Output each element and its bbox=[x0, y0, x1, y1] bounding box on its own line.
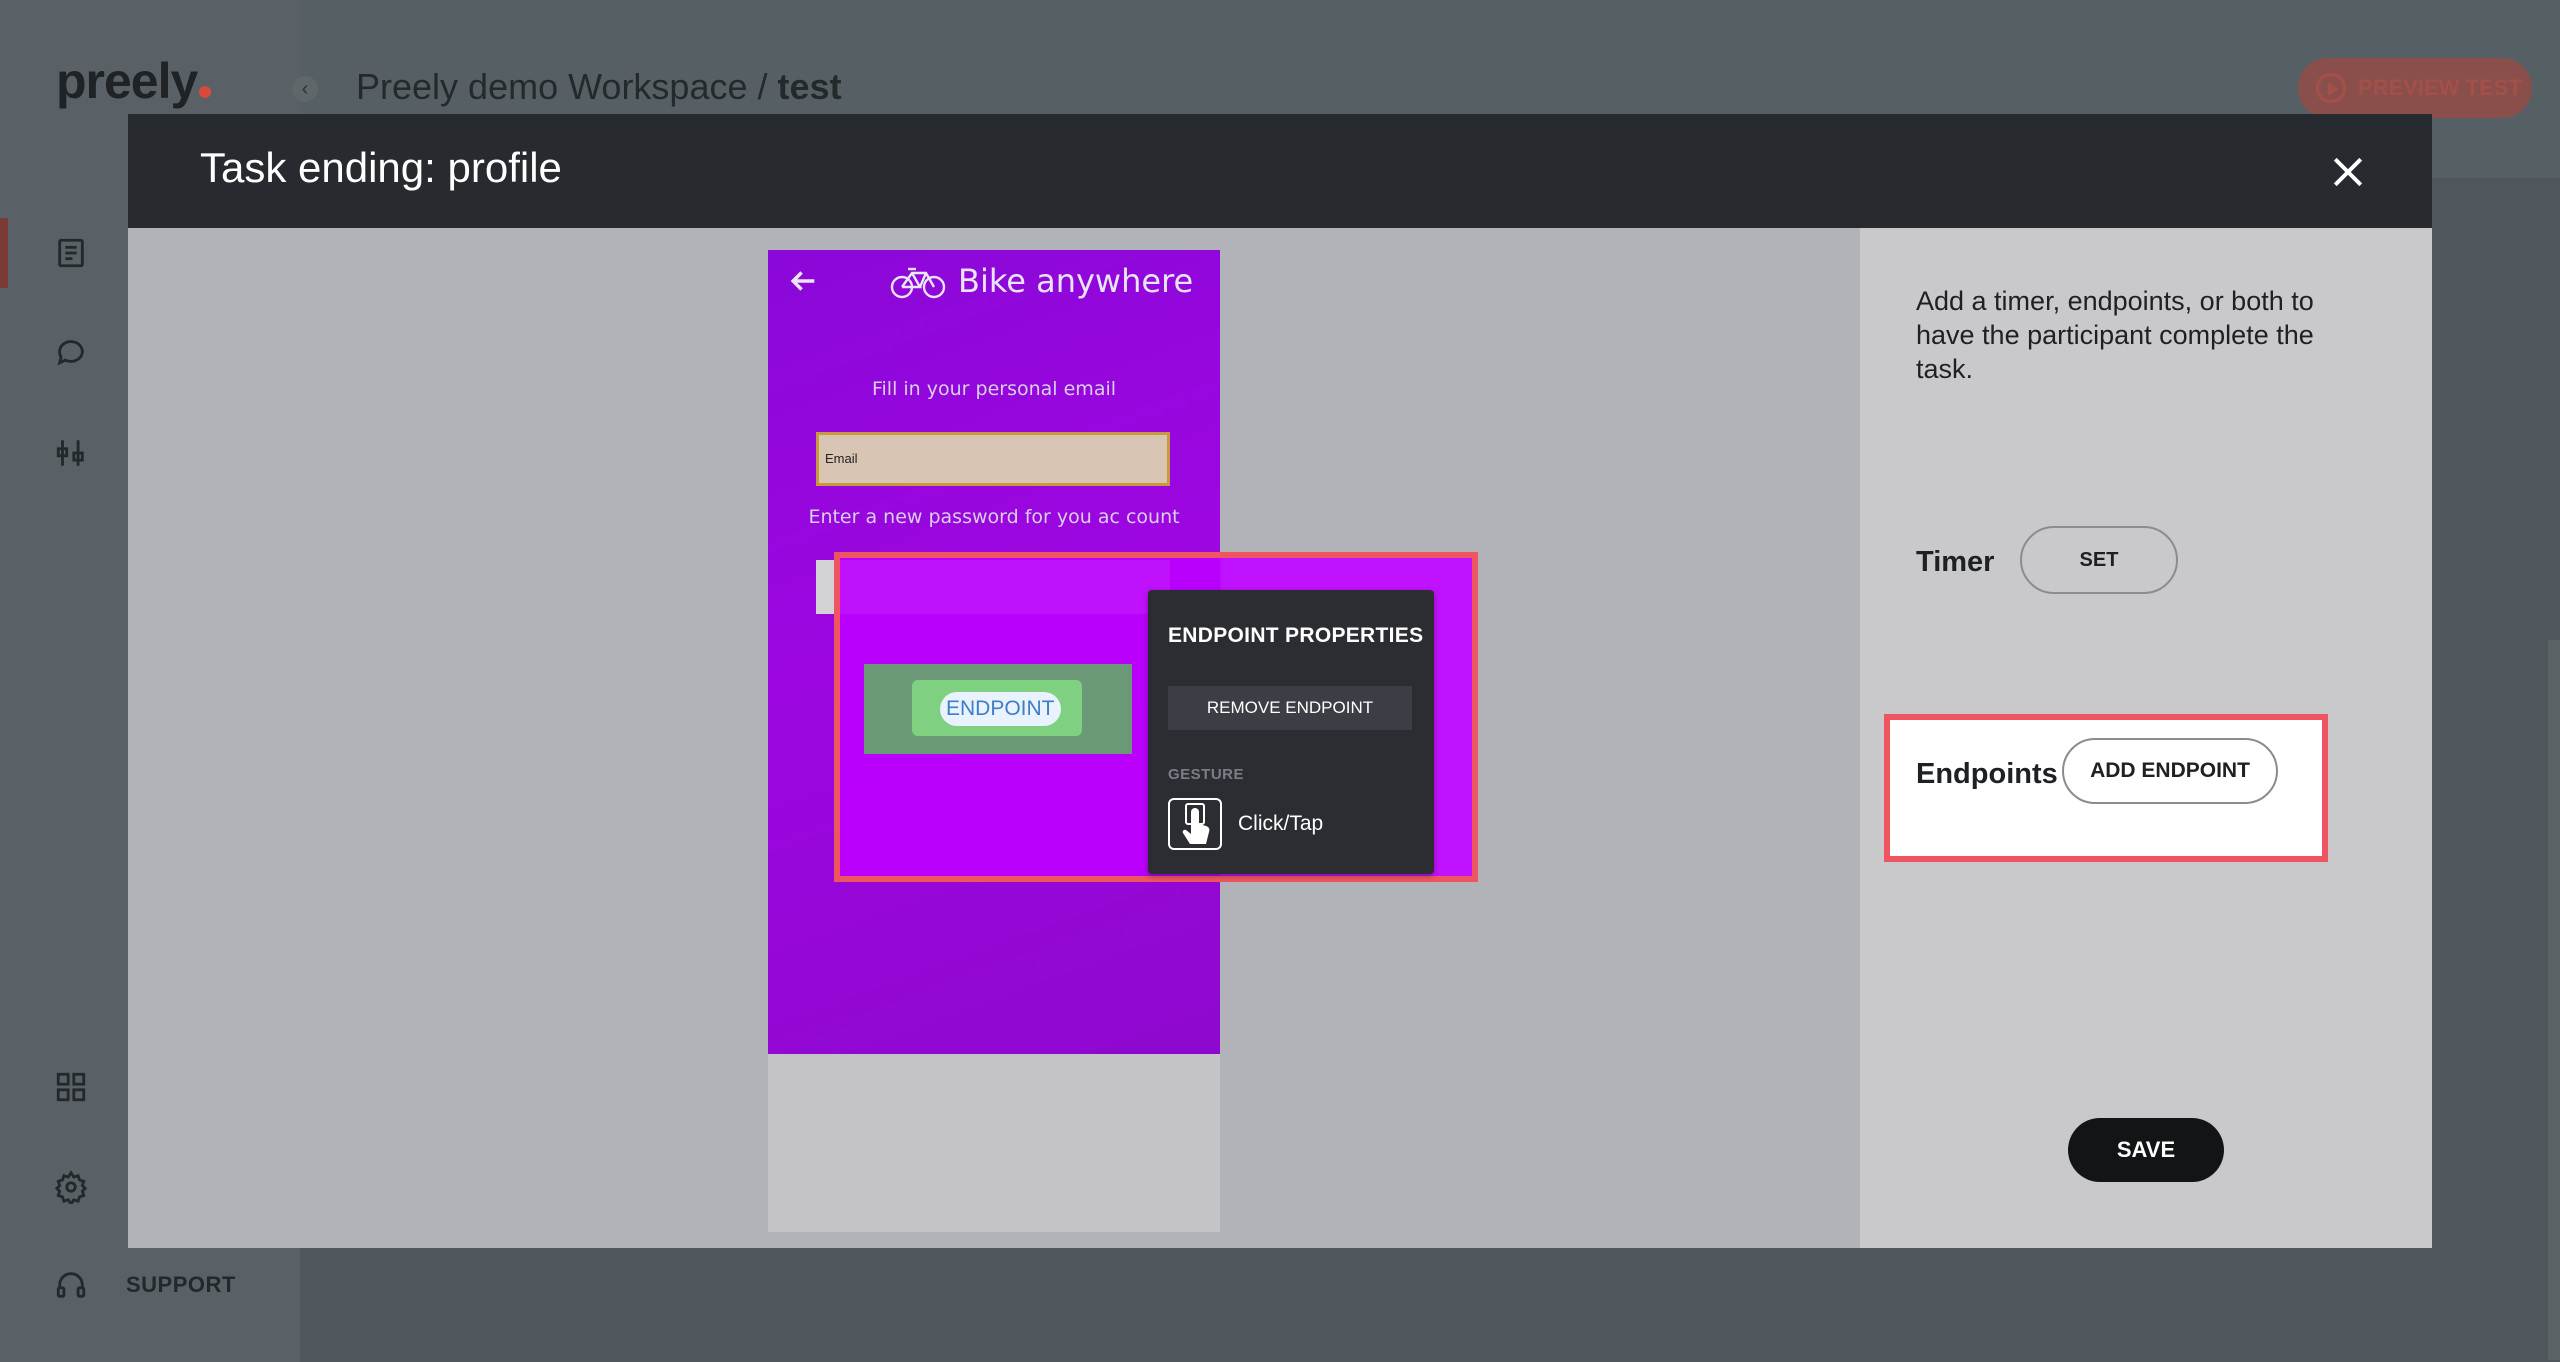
modal-title: Task ending: profile bbox=[200, 144, 562, 191]
breadcrumb: Preely demo Workspace / test bbox=[356, 66, 842, 108]
task-ending-modal: Task ending: profile Bike anywhere Fill … bbox=[128, 114, 2432, 1248]
preview-test-button[interactable]: PREVIEW TEST bbox=[2298, 58, 2532, 118]
task-ending-settings-panel: Add a timer, endpoints, or both to have … bbox=[1860, 228, 2432, 1248]
endpoint-properties-title: ENDPOINT PROPERTIES bbox=[1168, 624, 1424, 647]
set-timer-button[interactable]: SET bbox=[2020, 526, 2178, 594]
grid-icon[interactable] bbox=[54, 1070, 88, 1104]
preview-test-label: PREVIEW TEST bbox=[2358, 75, 2522, 100]
gesture-value[interactable]: Click/Tap bbox=[1238, 812, 1323, 836]
endpoint-chip[interactable]: ENDPOINT bbox=[940, 692, 1061, 726]
email-field-placeholder: Email bbox=[825, 451, 858, 466]
endpoint-properties-popup: ENDPOINT PROPERTIES REMOVE ENDPOINT GEST… bbox=[1148, 590, 1434, 874]
document-icon[interactable] bbox=[54, 236, 88, 270]
sidebar-active-marker bbox=[0, 218, 8, 288]
preely-logo: preely bbox=[56, 52, 212, 110]
gear-icon[interactable] bbox=[54, 1170, 88, 1207]
prototype-app-title: Bike anywhere bbox=[890, 262, 1193, 300]
add-endpoint-button[interactable]: ADD ENDPOINT bbox=[2062, 738, 2278, 804]
remove-endpoint-button[interactable]: REMOVE ENDPOINT bbox=[1168, 686, 1412, 730]
bicycle-icon bbox=[890, 267, 946, 299]
tap-gesture-icon[interactable] bbox=[1168, 798, 1222, 850]
scrollbar[interactable] bbox=[2548, 640, 2560, 1360]
back-arrow-icon bbox=[790, 271, 815, 291]
password-prompt: Enter a new password for you ac count bbox=[808, 506, 1180, 528]
email-prompt: Fill in your personal email bbox=[871, 378, 1117, 400]
panel-description: Add a timer, endpoints, or both to have … bbox=[1916, 286, 2314, 384]
email-field: Email bbox=[816, 432, 1170, 486]
endpoints-label: Endpoints bbox=[1916, 758, 2058, 790]
close-icon[interactable] bbox=[2326, 150, 2370, 194]
gesture-heading: GESTURE bbox=[1168, 766, 1245, 783]
headset-icon[interactable] bbox=[54, 1268, 88, 1302]
timer-label: Timer bbox=[1916, 546, 1995, 578]
breadcrumb-test: test bbox=[777, 66, 842, 107]
prototype-app-title-text: Bike anywhere bbox=[958, 262, 1194, 300]
modal-header: Task ending: profile bbox=[128, 114, 2432, 228]
play-icon bbox=[2316, 73, 2346, 103]
sliders-icon[interactable] bbox=[54, 436, 88, 470]
collapse-sidebar-chevron-icon[interactable]: ‹ bbox=[292, 76, 318, 102]
support-link[interactable]: SUPPORT bbox=[126, 1272, 236, 1298]
screen-canvas: Bike anywhere Fill in your personal emai… bbox=[128, 228, 1860, 1248]
save-button[interactable]: SAVE bbox=[2068, 1118, 2224, 1182]
breadcrumb-workspace[interactable]: Preely demo Workspace / bbox=[356, 66, 768, 107]
chat-icon[interactable] bbox=[54, 336, 88, 370]
